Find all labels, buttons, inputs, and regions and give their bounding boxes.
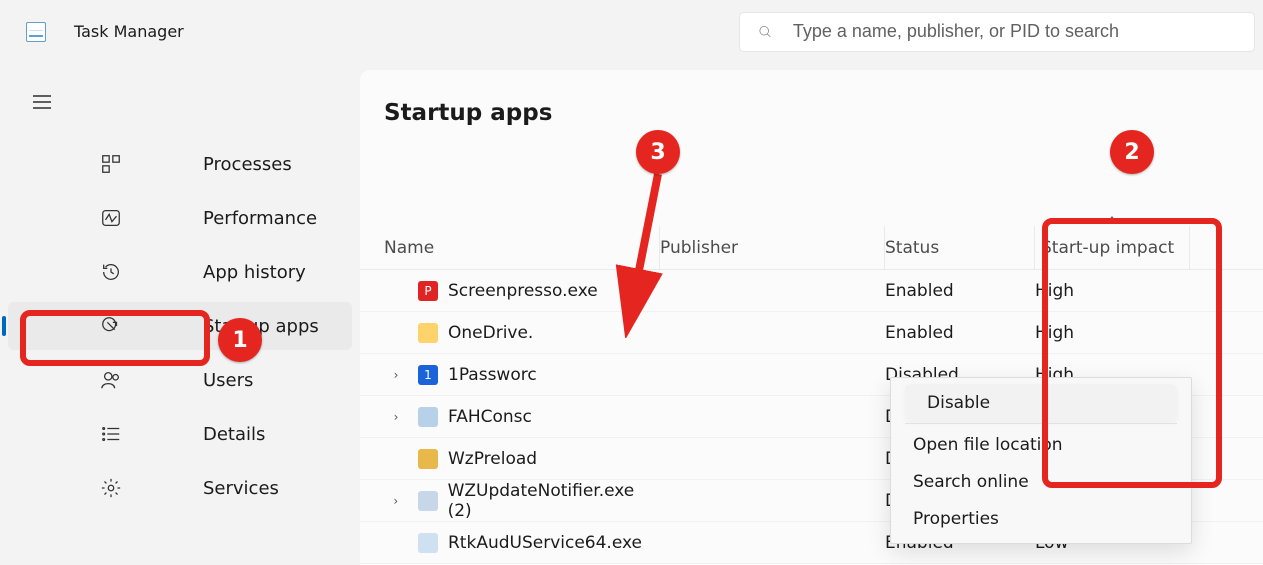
ctx-separator — [905, 423, 1177, 424]
hamburger-button[interactable] — [18, 82, 66, 122]
app-name-label: Screenpresso.exe — [448, 281, 598, 301]
expand-chevron-icon[interactable]: › — [384, 410, 408, 424]
ctx-item-search-online[interactable]: Search online — [891, 463, 1191, 500]
sidebar-item-startup-apps[interactable]: Startup apps — [8, 302, 352, 350]
app-row-icon — [418, 323, 438, 343]
column-header-status[interactable]: Status — [885, 226, 1035, 269]
ctx-item-disable[interactable]: Disable — [905, 384, 1177, 421]
app-icon — [26, 22, 46, 42]
sidebar-item-label: Startup apps — [203, 316, 352, 337]
sidebar-item-label: Performance — [203, 208, 352, 229]
table-row[interactable]: P Screenpresso.exe EnabledHigh — [360, 270, 1263, 312]
sidebar-item-label: Processes — [203, 154, 352, 175]
impact-cell: High — [1035, 281, 1190, 301]
app-name-label: WZUpdateNotifier.exe (2) — [448, 481, 660, 521]
app-name-label: 1Passworc — [448, 365, 537, 385]
app-name-label: WzPreload — [448, 449, 537, 469]
status-cell: Enabled — [885, 323, 1035, 343]
window-title: Task Manager — [74, 22, 184, 41]
app-row-icon: 1 — [418, 365, 438, 385]
sidebar-item-users[interactable]: Users — [8, 356, 352, 404]
grid-icon — [36, 153, 185, 175]
column-header-publisher[interactable]: Publisher — [660, 226, 885, 269]
sidebar-item-label: App history — [203, 262, 352, 283]
table-header-row: Name Publisher Status Start-up impact — [360, 226, 1263, 270]
history-icon — [36, 261, 185, 283]
sidebar-item-label: Services — [203, 478, 352, 499]
launch-icon — [36, 315, 185, 337]
app-name-label: RtkAudUService64.exe — [448, 533, 642, 553]
sort-indicator-icon — [1107, 216, 1117, 222]
sidebar-item-app-history[interactable]: App history — [8, 248, 352, 296]
sidebar: Processes Performance App history Startu… — [0, 0, 360, 565]
sidebar-item-processes[interactable]: Processes — [8, 140, 352, 188]
table-row[interactable]: OneDrive. EnabledHigh — [360, 312, 1263, 354]
list-icon — [36, 423, 185, 445]
main-panel: Startup apps Name Publisher Status Start… — [360, 70, 1263, 565]
status-cell: Enabled — [885, 281, 1035, 301]
sidebar-item-label: Users — [203, 370, 352, 391]
search-box[interactable] — [739, 12, 1255, 52]
impact-cell: High — [1035, 323, 1190, 343]
gear-icon — [36, 477, 185, 499]
page-title: Startup apps — [360, 100, 1263, 126]
app-row-icon: P — [418, 281, 438, 301]
app-name-label: OneDrive. — [448, 323, 533, 343]
app-name-label: FAHConsc — [448, 407, 532, 427]
app-row-icon — [418, 407, 438, 427]
ctx-item-open-file-location[interactable]: Open file location — [891, 426, 1191, 463]
search-input[interactable] — [793, 21, 1236, 42]
app-row-icon — [418, 449, 438, 469]
activity-icon — [36, 207, 185, 229]
ctx-item-properties[interactable]: Properties — [891, 500, 1191, 537]
app-row-icon — [418, 491, 438, 511]
users-icon — [36, 369, 185, 391]
expand-chevron-icon[interactable]: › — [384, 368, 408, 382]
expand-chevron-icon[interactable]: › — [384, 494, 408, 508]
app-row-icon — [418, 533, 438, 553]
search-icon — [758, 24, 773, 40]
sidebar-item-performance[interactable]: Performance — [8, 194, 352, 242]
hamburger-icon — [33, 95, 51, 109]
sidebar-item-services[interactable]: Services — [8, 464, 352, 512]
column-header-impact[interactable]: Start-up impact — [1035, 226, 1190, 269]
sidebar-item-label: Details — [203, 424, 352, 445]
column-header-name[interactable]: Name — [360, 226, 660, 269]
sidebar-item-details[interactable]: Details — [8, 410, 352, 458]
context-menu: Disable Open file location Search online… — [890, 377, 1192, 544]
